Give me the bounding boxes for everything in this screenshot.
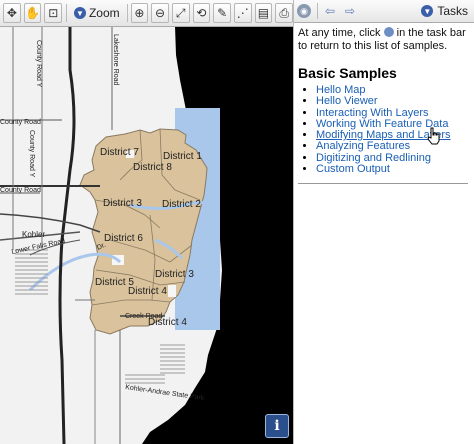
map-toolbar: ✥ ✋ ⊡ ▼ Zoom ⊕ ⊖ ⤢ ⟲ ✎ ⋰ ▤ ⎙ [0,0,293,27]
grab-icon[interactable]: ✋ [23,3,42,23]
samples-heading: Basic Samples [298,65,397,81]
road-label: County Road [0,187,41,194]
header-divider [317,3,318,19]
road-label: Creek Road [125,313,162,320]
tasks-menu[interactable]: ▼ Tasks [421,4,468,18]
road-label: County Road Y [28,130,35,178]
measure-icon[interactable]: ⋰ [233,3,252,23]
district-label: District 8 [133,162,172,173]
sample-link-analyzing-features[interactable]: Analyzing Features [316,140,410,152]
sample-link-digitizing-and-redlining[interactable]: Digitizing and Redlining [316,152,431,164]
toolbar-divider [126,4,128,22]
info-button[interactable]: i [265,414,289,438]
arrow-right-icon[interactable]: ⇨ [342,3,358,19]
layers-icon[interactable]: ▤ [254,3,273,23]
toolbar-divider [66,4,67,22]
print-icon[interactable]: ⎙ [275,3,293,23]
divider [298,183,468,185]
samples-list: Hello Map Hello Viewer Interacting With … [294,84,474,175]
list-item: Custom Output [316,163,474,175]
district-label: District 4 [128,286,167,297]
sample-link-interacting-with-layers[interactable]: Interacting With Layers [316,107,429,119]
zoom-dropdown[interactable]: ▼ Zoom [71,3,123,23]
sample-link-hello-viewer[interactable]: Hello Viewer [316,95,378,107]
district-label: District 2 [162,199,201,210]
intro-text: At any time, click in the task bar to re… [298,27,470,53]
sample-link-hello-map[interactable]: Hello Map [316,84,366,96]
chevron-down-icon: ▼ [73,7,86,19]
road-label: County Road [0,119,41,126]
map-canvas[interactable]: District 7 District 1 District 8 Distric… [0,0,293,444]
globe-icon [383,27,394,37]
select-icon[interactable]: ✎ [213,3,231,23]
tasks-label: Tasks [437,4,468,18]
arrow-left-icon[interactable]: ⇦ [322,3,338,19]
hand-cursor-icon [427,127,440,145]
map-pane[interactable]: District 7 District 1 District 8 Distric… [0,0,294,444]
task-pane-header: ◉ ⇦ ⇨ ▼ Tasks [294,0,474,23]
globe-icon[interactable]: ◉ [297,4,311,18]
sample-link-custom-output[interactable]: Custom Output [316,163,390,175]
road-label: Kohler [22,230,45,239]
full-extent-icon[interactable]: ⤢ [171,3,190,23]
zoom-label: Zoom [88,6,120,20]
zoom-out-icon[interactable]: ⊖ [151,3,169,23]
zoom-box-icon[interactable]: ⊡ [44,3,63,23]
district-label: District 3 [155,269,194,280]
zoom-in-icon[interactable]: ⊕ [130,3,149,23]
district-label: District 7 [100,147,139,158]
road-label: Lakeshore Road [112,34,119,85]
road-label: County Road Y [35,40,42,88]
district-label: District 1 [163,151,202,162]
previous-extent-icon[interactable]: ⟲ [192,3,211,23]
district-label: District 3 [103,198,142,209]
chevron-down-icon: ▼ [421,5,434,17]
intro-text-before: At any time, click [298,27,381,39]
district-label: District 6 [104,233,143,244]
task-pane: ◉ ⇦ ⇨ ▼ Tasks At any time, click in the … [294,0,474,444]
pan-icon[interactable]: ✥ [3,3,21,23]
